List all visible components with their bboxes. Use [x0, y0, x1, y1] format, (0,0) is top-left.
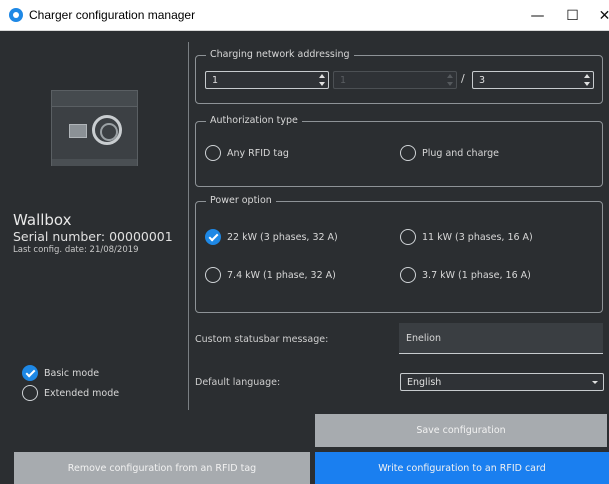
address-middle-value: 1: [340, 74, 347, 86]
device-socket-icon: [92, 115, 122, 145]
extended-mode-radio[interactable]: Extended mode: [22, 385, 119, 401]
statusbar-message-input[interactable]: Enelion: [399, 323, 603, 354]
language-selected-value: English: [407, 376, 442, 388]
power-3kw-label: 3.7 kW (1 phase, 16 A): [422, 269, 531, 281]
chevron-down-icon: [592, 381, 598, 384]
write-configuration-button[interactable]: Write configuration to an RFID card: [315, 452, 609, 484]
spin-arrows-icon[interactable]: [319, 74, 325, 86]
radio-unchecked-icon: [205, 145, 221, 161]
spin-arrows-icon: [447, 74, 453, 86]
radio-unchecked-icon: [22, 385, 38, 401]
authorization-legend: Authorization type: [206, 115, 302, 126]
device-name: Wallbox: [13, 211, 72, 229]
device-screen-icon: [69, 124, 87, 138]
device-body: [51, 106, 138, 166]
basic-mode-label: Basic mode: [44, 367, 100, 379]
address-first-value: 1: [212, 74, 219, 86]
remove-configuration-button[interactable]: Remove configuration from an RFID tag: [14, 452, 310, 484]
power-group: Power option: [195, 195, 603, 313]
minimize-button[interactable]: —: [519, 0, 556, 31]
power-legend: Power option: [206, 195, 276, 206]
language-select[interactable]: English: [400, 373, 604, 391]
device-top-panel: [51, 90, 138, 106]
power-7kw-label: 7.4 kW (1 phase, 32 A): [227, 269, 336, 281]
statusbar-message-value: Enelion: [406, 332, 441, 344]
auth-plug-and-charge-label: Plug and charge: [422, 147, 500, 159]
extended-mode-label: Extended mode: [44, 387, 120, 399]
auth-any-rfid-radio[interactable]: Any RFID tag: [205, 145, 289, 161]
auth-plug-and-charge-radio[interactable]: Plug and charge: [400, 145, 499, 161]
window-title: Charger configuration manager: [29, 8, 196, 22]
basic-mode-radio[interactable]: Basic mode: [22, 365, 99, 381]
address-last-value: 3: [479, 74, 486, 86]
device-bottom-strip: [52, 159, 137, 166]
auth-any-rfid-label: Any RFID tag: [227, 147, 289, 159]
spin-arrows-icon[interactable]: [584, 74, 590, 86]
address-last-spinbox[interactable]: 3: [472, 71, 594, 89]
statusbar-label: Custom statusbar message:: [195, 334, 329, 345]
radio-checked-icon: [205, 229, 221, 245]
device-serial: Serial number: 00000001: [13, 229, 173, 244]
power-22kw-radio[interactable]: 22 kW (3 phases, 32 A): [205, 229, 338, 245]
address-middle-spinbox: 1: [333, 71, 457, 89]
radio-unchecked-icon: [400, 267, 416, 283]
radio-unchecked-icon: [205, 267, 221, 283]
power-3kw-radio[interactable]: 3.7 kW (1 phase, 16 A): [400, 267, 531, 283]
power-11kw-radio[interactable]: 11 kW (3 phases, 16 A): [400, 229, 533, 245]
radio-unchecked-icon: [400, 229, 416, 245]
address-first-spinbox[interactable]: 1: [205, 71, 329, 89]
address-separator: /: [461, 72, 465, 85]
addressing-legend: Charging network addressing: [206, 49, 354, 60]
language-label: Default language:: [195, 377, 281, 388]
title-bar: Charger configuration manager — ☐ ✕: [0, 0, 609, 31]
power-22kw-label: 22 kW (3 phases, 32 A): [227, 231, 338, 243]
device-last-config-date: Last config. date: 21/08/2019: [13, 245, 139, 255]
radio-unchecked-icon: [400, 145, 416, 161]
save-configuration-button[interactable]: Save configuration: [315, 414, 607, 447]
radio-checked-icon: [22, 365, 38, 381]
wallbox-device-image: [51, 90, 138, 166]
power-11kw-label: 11 kW (3 phases, 16 A): [422, 231, 533, 243]
power-7kw-radio[interactable]: 7.4 kW (1 phase, 32 A): [205, 267, 336, 283]
app-gear-icon: [9, 8, 23, 22]
vertical-separator: [188, 42, 189, 410]
close-button[interactable]: ✕: [586, 0, 609, 31]
